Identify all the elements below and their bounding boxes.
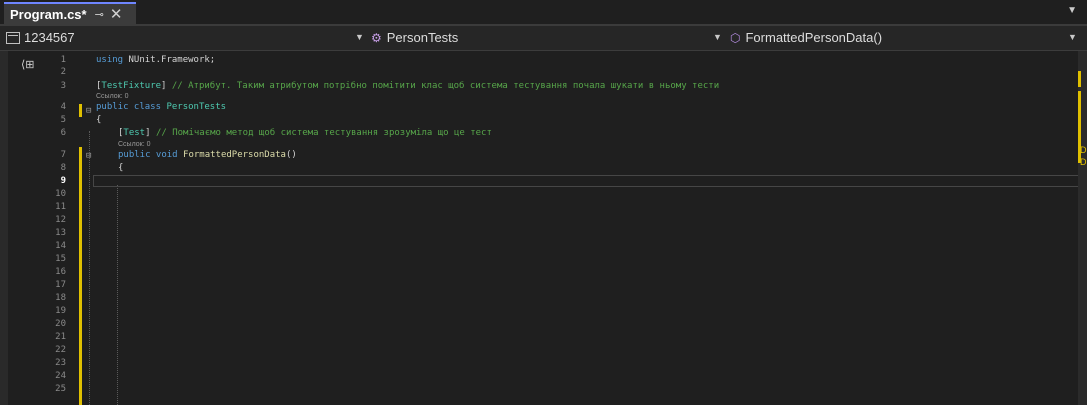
keyword: using (96, 55, 124, 65)
line-number: 2 (60, 67, 66, 77)
tab-program-cs[interactable]: Program.cs* ⊸ ✕ (4, 2, 136, 24)
line-number: 3 (60, 81, 66, 91)
line-number: 4 (60, 102, 66, 112)
line-number: 23 (55, 358, 66, 368)
line-number: 6 (60, 128, 66, 138)
keyword: public void (118, 150, 178, 160)
project-icon (6, 31, 20, 44)
line-number: 8 (60, 163, 66, 173)
codelens-references[interactable]: Ссылок: 0 (118, 141, 151, 148)
line-number: 11 (55, 202, 66, 212)
line-number: 18 (55, 293, 66, 303)
parens: () (285, 150, 297, 160)
keyword: public class (96, 102, 162, 112)
member-scope-chevron-icon[interactable]: ▼ (1068, 32, 1077, 42)
line-number: 12 (55, 215, 66, 225)
document-tab-bar: Program.cs* ⊸ ✕ ▼ (0, 0, 1087, 26)
tab-title: Program.cs* (10, 6, 87, 22)
project-name: 1234567 (24, 30, 75, 45)
code-line-5[interactable]: { (96, 114, 101, 127)
line-number-active: 9 (60, 176, 66, 186)
project-dropdown[interactable]: 1234567 (6, 30, 75, 45)
line-number: 17 (55, 280, 66, 290)
brace: { (96, 115, 102, 125)
attribute-name: Test (123, 128, 146, 138)
brace: { (118, 163, 124, 173)
line-number: 25 (55, 384, 66, 394)
comment: // Помічаємо метод щоб система тестуванн… (150, 128, 492, 138)
line-number: 10 (55, 189, 66, 199)
line-number: 19 (55, 306, 66, 316)
vertical-scrollbar[interactable]: D D (1078, 51, 1087, 405)
navigation-bar: 1234567 ▼ ⚙ PersonTests ▼ ⬡ FormattedPer… (0, 26, 1087, 51)
class-icon: ⚙ (371, 30, 382, 45)
line-number: 14 (55, 241, 66, 251)
line-number: 20 (55, 319, 66, 329)
line-number: 24 (55, 371, 66, 381)
line-number: 7 (60, 150, 66, 160)
scroll-marker-glyph: D (1080, 157, 1087, 167)
code-line-1[interactable]: using NUnit.Framework; (96, 54, 215, 67)
member-scope-label: FormattedPersonData() (745, 30, 883, 45)
scroll-marker-glyph: D (1080, 145, 1087, 155)
code-line-3[interactable]: [TestFixture] // Атрибут. Таким атрибуто… (96, 80, 719, 93)
method-name: FormattedPersonData (177, 150, 286, 160)
attribute-name: TestFixture (101, 81, 162, 91)
pin-icon[interactable]: ⊸ (95, 8, 104, 21)
code-line-4[interactable]: public class PersonTests (96, 101, 226, 114)
line-number: 22 (55, 345, 66, 355)
type-scope-label: PersonTests (386, 30, 459, 45)
comment: // Атрибут. Таким атрибутом потрібно пом… (166, 81, 720, 91)
line-number: 21 (55, 332, 66, 342)
line-number: 16 (55, 267, 66, 277)
codelens-references[interactable]: Ссылок: 0 (96, 93, 129, 100)
code-editor[interactable]: ⟨⊞ ⊟ ⊟ 1 2 3 4 5 6 7 8 9 10 11 12 13 14 … (0, 51, 1087, 405)
method-cube-icon: ⬡ (730, 30, 741, 45)
line-number: 15 (55, 254, 66, 264)
member-scope-dropdown[interactable]: ⬡ FormattedPersonData() (730, 30, 882, 45)
tab-overflow-dropdown-icon[interactable]: ▼ (1067, 5, 1077, 16)
close-icon[interactable]: ✕ (110, 5, 123, 23)
namespace: NUnit.Framework; (123, 55, 216, 65)
code-line-6[interactable]: [Test] // Помічаємо метод щоб система те… (118, 127, 492, 140)
line-number: 13 (55, 228, 66, 238)
code-line-8[interactable]: { (118, 162, 123, 175)
type-scope-chevron-icon[interactable]: ▼ (713, 32, 722, 42)
code-line-7[interactable]: public void FormattedPersonData() (118, 149, 297, 162)
type-scope-dropdown[interactable]: ⚙ PersonTests (371, 30, 458, 45)
project-dropdown-chevron-icon[interactable]: ▼ (355, 32, 364, 42)
scroll-change-marker (1078, 71, 1081, 87)
line-number: 5 (60, 115, 66, 125)
class-name: PersonTests (161, 102, 227, 112)
